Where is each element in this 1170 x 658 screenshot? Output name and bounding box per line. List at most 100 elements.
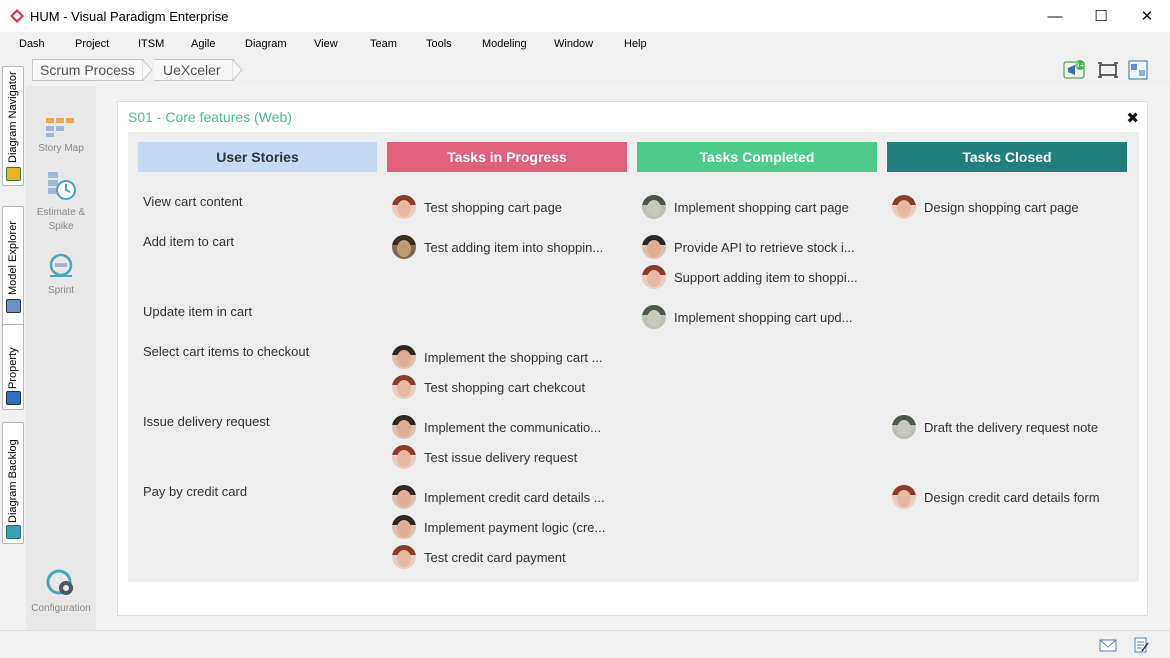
menu-team[interactable]: Team — [370, 38, 397, 50]
task-card[interactable]: Implement shopping cart upd... — [642, 305, 853, 329]
task-label: Test shopping cart page — [424, 199, 563, 215]
maximize-button[interactable]: ☐ — [1078, 0, 1124, 32]
task-label: Implement the shopping cart ... — [424, 349, 603, 365]
user-story[interactable]: Select cart items to checkout — [143, 344, 309, 359]
close-board-icon[interactable]: ✖ — [1126, 109, 1139, 127]
user-story[interactable]: Update item in cart — [143, 304, 252, 319]
task-card[interactable]: Provide API to retrieve stock i... — [642, 235, 855, 259]
task-label: Implement shopping cart page — [674, 199, 849, 215]
mail-icon[interactable] — [1099, 637, 1117, 653]
task-board: User Stories Tasks in Progress Tasks Com… — [128, 132, 1139, 582]
user-story[interactable]: Add item to cart — [143, 234, 234, 249]
menu-help[interactable]: Help — [624, 38, 647, 50]
assignee-avatar — [392, 485, 416, 509]
task-label: Implement credit card details ... — [424, 489, 605, 505]
column-header-tasks-in-progress: Tasks in Progress — [387, 142, 627, 172]
notification-icon[interactable]: 9+ — [1063, 60, 1085, 80]
tab-diagram-navigator-label: Diagram Navigator — [7, 71, 19, 163]
task-label: Implement the communicatio... — [424, 419, 602, 435]
task-card[interactable]: Test credit card payment — [392, 545, 566, 569]
diagram-canvas[interactable]: S01 - Core features (Web) ✖ User Stories… — [96, 86, 1170, 630]
task-card[interactable]: Test issue delivery request — [392, 445, 577, 469]
sprint-tool[interactable]: Sprint — [26, 252, 96, 298]
task-card[interactable]: Implement shopping cart page — [642, 195, 849, 219]
diagram-navigator-icon — [6, 167, 21, 181]
assignee-avatar — [892, 415, 916, 439]
window-title: HUM - Visual Paradigm Enterprise — [30, 8, 229, 24]
configuration-icon — [46, 569, 73, 595]
menu-modeling[interactable]: Modeling — [482, 38, 527, 50]
menu-project[interactable]: Project — [75, 38, 109, 50]
menu-view[interactable]: View — [314, 38, 338, 50]
assignee-avatar — [642, 265, 666, 289]
assignee-avatar — [892, 195, 916, 219]
task-card[interactable]: Design credit card details form — [892, 485, 1100, 509]
tab-property-label: Property — [7, 347, 19, 389]
menu-diagram[interactable]: Diagram — [245, 38, 287, 50]
estimate-spike-tool[interactable]: Estimate & Spike — [26, 170, 96, 234]
tab-property[interactable]: Property — [2, 324, 24, 410]
menu-window[interactable]: Window — [554, 38, 593, 50]
menu-dash[interactable]: Dash — [19, 38, 45, 50]
breadcrumb-end-icon — [232, 59, 243, 81]
story-map-tool[interactable]: Story Map — [26, 116, 96, 156]
diagram-backlog-icon — [6, 525, 21, 539]
configuration-tool[interactable]: Configuration — [26, 568, 96, 616]
task-card[interactable]: Implement credit card details ... — [392, 485, 605, 509]
breadcrumb-scrum-process[interactable]: Scrum Process — [32, 59, 144, 81]
assignee-avatar — [892, 485, 916, 509]
task-label: Draft the delivery request note — [924, 419, 1099, 435]
breadcrumb-uexceler[interactable]: UeXceler — [154, 59, 234, 81]
story-map-icon — [46, 118, 74, 137]
task-card[interactable]: Design shopping cart page — [892, 195, 1079, 219]
close-button[interactable]: ✕ — [1124, 0, 1170, 32]
user-story[interactable]: Issue delivery request — [143, 414, 269, 429]
estimate-spike-label-2: Spike — [48, 221, 74, 232]
task-card[interactable]: Test shopping cart page — [392, 195, 562, 219]
task-label: Design credit card details form — [924, 489, 1100, 505]
sprint-icon — [49, 253, 73, 277]
task-label: Design shopping cart page — [924, 199, 1079, 215]
assignee-avatar — [642, 305, 666, 329]
status-bar — [0, 630, 1170, 658]
menu-itsm[interactable]: ITSM — [138, 38, 164, 50]
task-label: Test credit card payment — [424, 549, 566, 565]
assignee-avatar — [392, 445, 416, 469]
task-card[interactable]: Test adding item into shoppin... — [392, 235, 603, 259]
model-explorer-icon — [6, 299, 21, 313]
minimize-button[interactable]: — — [1032, 0, 1078, 32]
task-card[interactable]: Test shopping cart chekcout — [392, 375, 585, 399]
fit-to-window-icon[interactable] — [1097, 60, 1119, 80]
property-icon — [6, 391, 21, 405]
task-label: Test issue delivery request — [424, 449, 578, 465]
task-card[interactable]: Implement payment logic (cre... — [392, 515, 605, 539]
sprint-label: Sprint — [47, 285, 75, 296]
tab-model-explorer-label: Model Explorer — [7, 221, 19, 295]
breadcrumb-bar: Scrum Process UeXceler 9+ — [26, 56, 1170, 86]
diagram-overview-icon[interactable] — [1127, 60, 1149, 80]
user-story[interactable]: Pay by credit card — [143, 484, 247, 499]
tab-diagram-navigator[interactable]: Diagram Navigator — [2, 66, 24, 186]
uexceler-tools-panel: Story Map Estimate & Spike Sprint Config… — [26, 86, 96, 630]
task-card[interactable]: Support adding item to shoppi... — [642, 265, 858, 289]
visual-paradigm-logo-icon — [10, 9, 24, 23]
assignee-avatar — [642, 235, 666, 259]
task-card[interactable]: Draft the delivery request note — [892, 415, 1098, 439]
document-edit-icon[interactable] — [1132, 637, 1150, 653]
notification-badge: 9+ — [1075, 62, 1085, 70]
task-label: Implement shopping cart upd... — [674, 309, 853, 325]
assignee-avatar — [392, 415, 416, 439]
story-map-label: Story Map — [38, 143, 84, 154]
menu-agile[interactable]: Agile — [191, 38, 215, 50]
task-card[interactable]: Implement the communicatio... — [392, 415, 601, 439]
task-label: Provide API to retrieve stock i... — [674, 239, 855, 255]
menu-tools[interactable]: Tools — [426, 38, 452, 50]
assignee-avatar — [642, 195, 666, 219]
task-label: Test adding item into shoppin... — [424, 239, 604, 255]
configuration-label: Configuration — [31, 603, 91, 614]
task-card[interactable]: Implement the shopping cart ... — [392, 345, 602, 369]
user-story[interactable]: View cart content — [143, 194, 242, 209]
tab-diagram-backlog[interactable]: Diagram Backlog — [2, 422, 24, 544]
task-label: Support adding item to shoppi... — [674, 269, 858, 285]
task-label: Test shopping cart chekcout — [424, 379, 586, 395]
